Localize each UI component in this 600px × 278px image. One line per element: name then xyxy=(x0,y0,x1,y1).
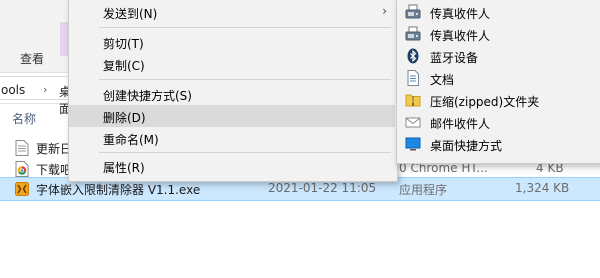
fax-icon xyxy=(405,4,421,19)
menu-separator xyxy=(99,152,391,153)
menu-item-create-shortcut[interactable]: 创建快捷方式(S) xyxy=(69,83,395,105)
submenu-item-bluetooth[interactable]: 蓝牙设备 xyxy=(397,45,600,67)
menu-item-delete[interactable]: 删除(D) xyxy=(69,105,395,127)
submenu-item-label: 蓝牙设备 xyxy=(430,51,479,65)
mail-icon xyxy=(405,117,421,128)
menu-item-label: 重命名(M) xyxy=(103,133,159,147)
menu-separator xyxy=(99,27,391,28)
file-name: 字体嵌入限制清除器 V1.1.exe xyxy=(36,183,201,197)
submenu-item-fax-recipient[interactable]: 传真收件人 xyxy=(397,23,600,45)
address-path-fragment: ools xyxy=(1,83,26,97)
file-type: 应用程序 xyxy=(399,183,448,197)
submenu-item-label: 传真收件人 xyxy=(430,29,491,43)
chrome-html-icon xyxy=(15,161,29,177)
menu-item-properties[interactable]: 属性(R) xyxy=(69,155,395,177)
zip-folder-icon xyxy=(405,94,421,107)
submenu-item-label: 压缩(zipped)文件夹 xyxy=(430,95,540,109)
submenu-item-label: 邮件收件人 xyxy=(430,117,491,131)
submenu-item-label: 文档 xyxy=(430,73,455,87)
chevron-right-icon: › xyxy=(382,4,387,18)
file-name: 更新日 xyxy=(36,142,73,156)
menu-item-cut[interactable]: 剪切(T) xyxy=(69,31,395,53)
menu-item-label: 创建快捷方式(S) xyxy=(103,89,192,103)
menu-item-copy[interactable]: 复制(C) xyxy=(69,53,395,75)
ribbon-tab-accent xyxy=(60,22,68,56)
submenu-item-fax-recipient[interactable]: 传真收件人 xyxy=(397,1,600,23)
desktop-icon xyxy=(405,137,421,151)
breadcrumb-separator-icon[interactable]: › xyxy=(43,83,47,96)
submenu-item-label: 桌面快捷方式 xyxy=(430,139,503,153)
menu-item-rename[interactable]: 重命名(M) xyxy=(69,127,395,149)
submenu-item-desktop-shortcut[interactable]: 桌面快捷方式 xyxy=(397,133,600,155)
submenu-item-documents[interactable]: 文档 xyxy=(397,67,600,89)
tab-view[interactable]: 查看 xyxy=(20,50,44,67)
fax-icon xyxy=(405,26,421,41)
menu-item-label: 删除(D) xyxy=(103,111,146,125)
menu-item-send-to[interactable]: 发送到(N) › xyxy=(69,1,395,23)
file-name: 下载吧 xyxy=(36,163,73,177)
file-size: 1,324 KB xyxy=(515,181,570,195)
send-to-submenu: 传真收件人 传真收件人 蓝牙设备 文档 压缩(zipped)文件夹 邮件收件人 … xyxy=(396,0,600,164)
submenu-item-label: 传真收件人 xyxy=(430,7,491,21)
submenu-item-mail-recipient[interactable]: 邮件收件人 xyxy=(397,111,600,133)
column-header-name[interactable]: 名称 xyxy=(12,110,36,127)
exe-app-icon xyxy=(15,182,29,196)
menu-item-label: 复制(C) xyxy=(103,59,145,73)
file-date: 2021-01-22 11:05 xyxy=(268,181,377,195)
text-file-icon xyxy=(15,140,29,156)
menu-item-label: 属性(R) xyxy=(103,161,145,175)
menu-item-label: 发送到(N) xyxy=(103,7,158,21)
context-menu: 发送到(N) › 剪切(T) 复制(C) 创建快捷方式(S) 删除(D) 重命名… xyxy=(68,0,398,182)
menu-separator xyxy=(99,79,391,80)
documents-icon xyxy=(407,70,419,86)
menu-item-label: 剪切(T) xyxy=(103,37,144,51)
submenu-item-zip-folder[interactable]: 压缩(zipped)文件夹 xyxy=(397,89,600,111)
bluetooth-icon xyxy=(407,48,419,64)
